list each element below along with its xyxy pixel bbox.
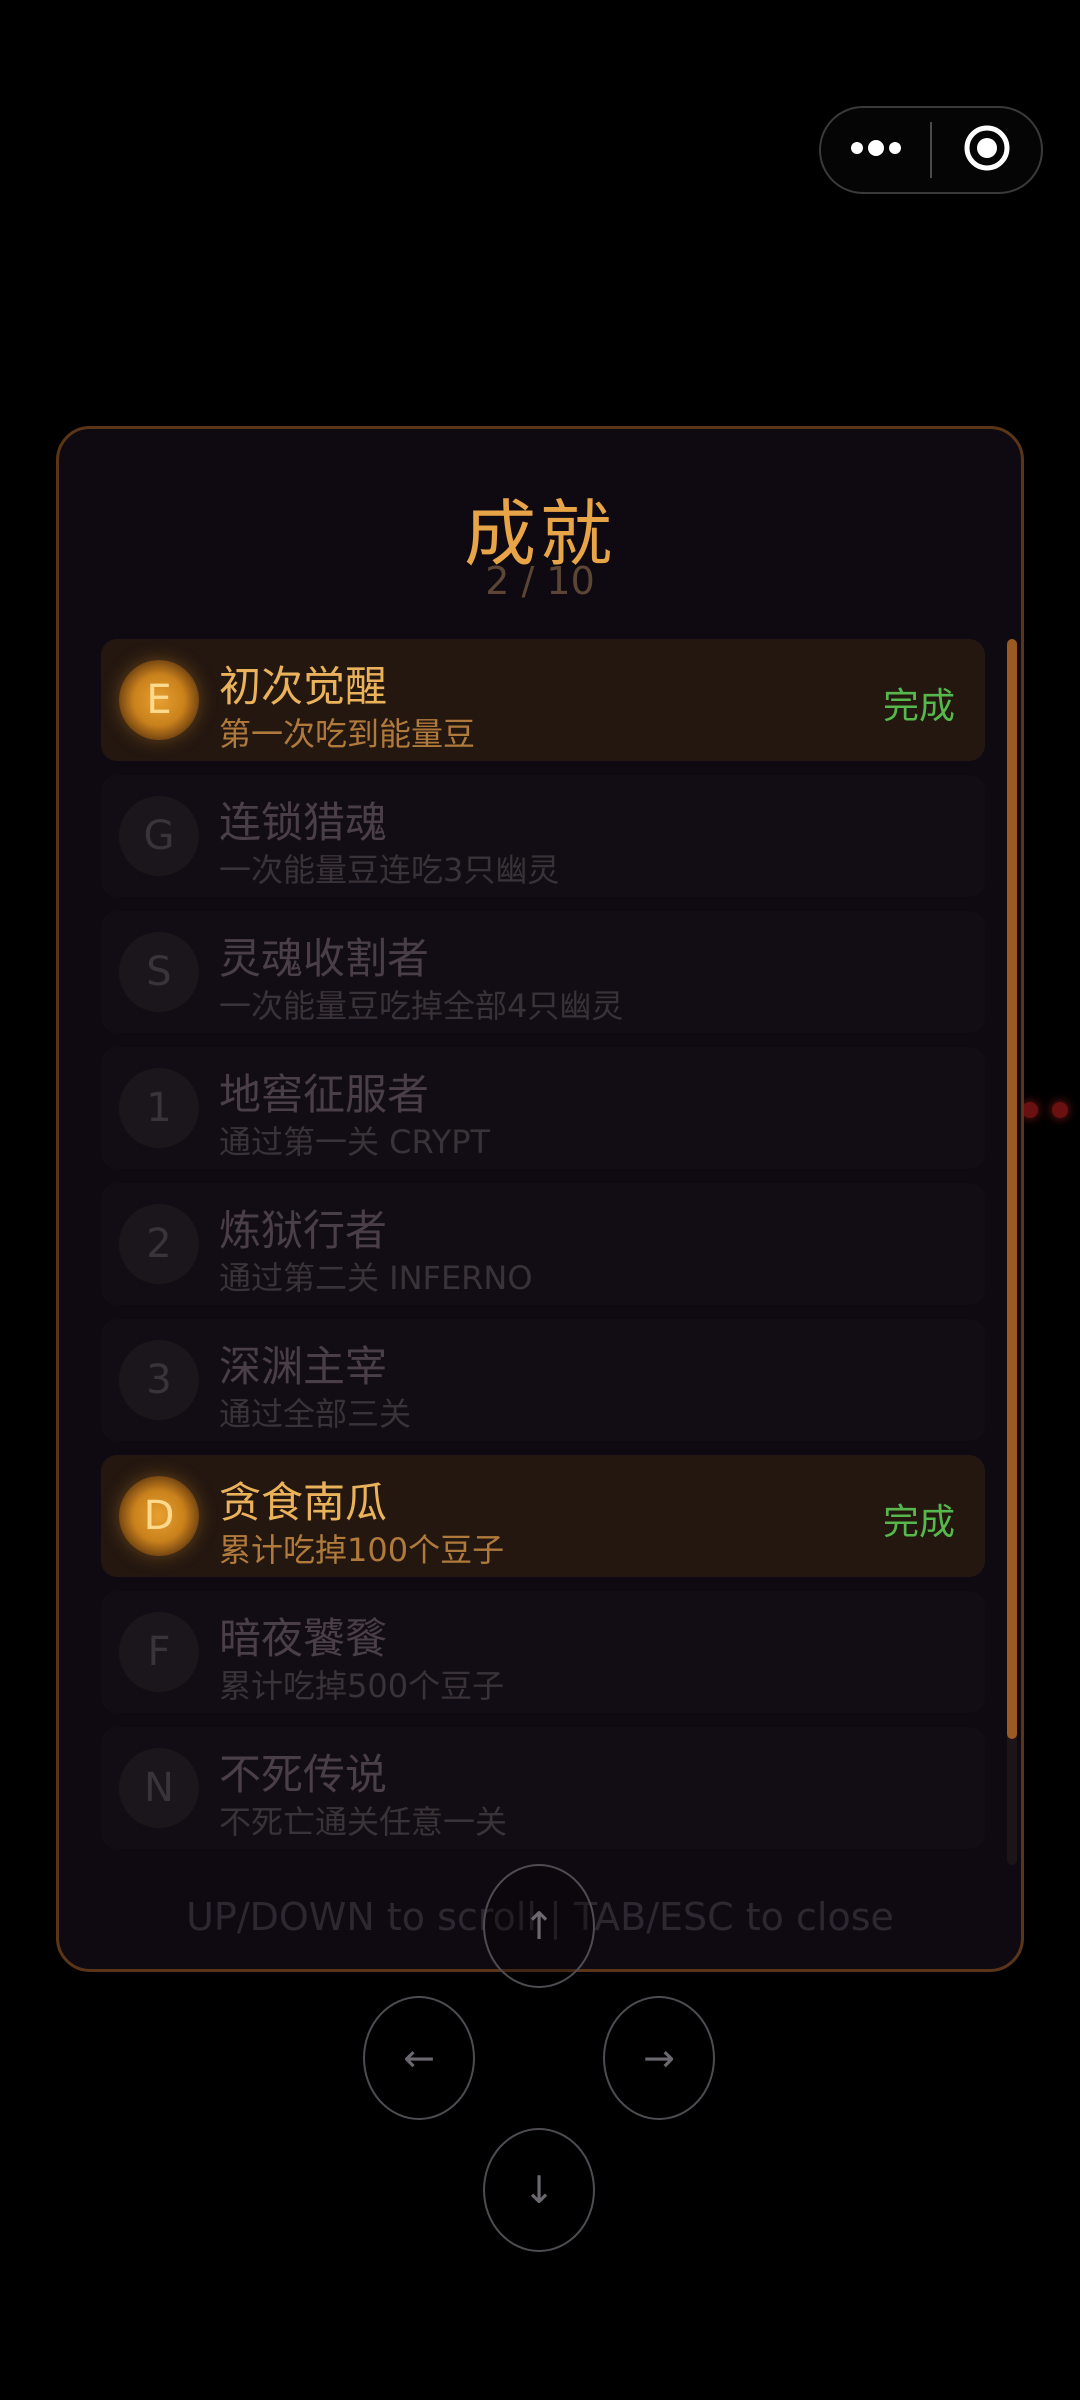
achievement-desc: 通过第二关 INFERNO <box>219 1259 533 1297</box>
arrow-left-icon: ← <box>403 2036 435 2080</box>
achievement-row: 3 深渊主宰 通过全部三关 <box>101 1319 985 1441</box>
achievement-badge: E <box>119 660 199 740</box>
achievement-badge: S <box>119 932 199 1012</box>
achievement-row: F 暗夜饕餮 累计吃掉500个豆子 <box>101 1591 985 1713</box>
achievement-desc: 一次能量豆吃掉全部4只幽灵 <box>219 987 624 1025</box>
achievement-desc: 不死亡通关任意一关 <box>219 1803 508 1841</box>
achievement-row: S 灵魂收割者 一次能量豆吃掉全部4只幽灵 <box>101 911 985 1033</box>
ghost-eye-left <box>1022 1102 1038 1118</box>
achievement-title: 连锁猎魂 <box>219 798 388 847</box>
achievement-badge: G <box>119 796 199 876</box>
achievement-count: 2 / 10 <box>485 559 595 603</box>
achievement-badge: 2 <box>119 1204 199 1284</box>
achievement-row: D 贪食南瓜 累计吃掉100个豆子 完成 <box>101 1455 985 1577</box>
achievement-title: 地窖征服者 <box>219 1070 430 1119</box>
achievement-desc: 通过全部三关 <box>219 1395 412 1433</box>
target-close-icon <box>963 124 1011 176</box>
achievement-title: 初次觉醒 <box>219 662 388 711</box>
ghost-eye-right <box>1052 1102 1068 1118</box>
achievement-badge: 3 <box>119 1340 199 1420</box>
achievement-title: 灵魂收割者 <box>219 934 430 983</box>
achievement-row: 2 炼狱行者 通过第二关 INFERNO <box>101 1183 985 1305</box>
achievement-row: 1 地窖征服者 通过第一关 CRYPT <box>101 1047 985 1169</box>
achievement-status: 完成 <box>882 686 955 727</box>
achievement-desc: 累计吃掉500个豆子 <box>219 1667 505 1705</box>
achievement-badge: N <box>119 1748 199 1828</box>
achievement-title: 暗夜饕餮 <box>219 1614 388 1663</box>
mini-program-capsule <box>819 106 1043 194</box>
arrow-right-icon: → <box>643 2036 675 2080</box>
dpad-right-button[interactable]: → <box>603 1996 715 2120</box>
achievement-row: E 初次觉醒 第一次吃到能量豆 完成 <box>101 639 985 761</box>
achievement-desc: 通过第一关 CRYPT <box>219 1123 491 1161</box>
achievements-modal: 成就 2 / 10 E 初次觉醒 第一次吃到能量豆 完成 G 连锁猎魂 一次能量… <box>56 426 1024 1972</box>
achievement-title: 深渊主宰 <box>219 1342 388 1391</box>
arrow-down-icon: ↓ <box>523 2168 555 2212</box>
achievement-row: N 不死传说 不死亡通关任意一关 <box>101 1727 985 1849</box>
dpad-down-button[interactable]: ↓ <box>483 2128 595 2252</box>
achievement-badge: F <box>119 1612 199 1692</box>
achievement-badge: 1 <box>119 1068 199 1148</box>
dpad-left-button[interactable]: ← <box>363 1996 475 2120</box>
scrollbar-thumb[interactable] <box>1007 639 1017 1739</box>
achievement-title: 不死传说 <box>219 1750 388 1799</box>
achievement-desc: 一次能量豆连吃3只幽灵 <box>219 851 560 889</box>
close-miniprogram-button[interactable] <box>932 108 1041 192</box>
more-button[interactable] <box>821 108 930 192</box>
arrow-up-icon: ↑ <box>523 1904 555 1948</box>
achievement-title: 炼狱行者 <box>219 1206 388 1255</box>
achievement-badge: D <box>119 1476 199 1556</box>
dpad-up-button[interactable]: ↑ <box>483 1864 595 1988</box>
achievement-status: 完成 <box>882 1502 955 1543</box>
more-dots-icon <box>849 140 903 160</box>
game-screen: 成就 2 / 10 E 初次觉醒 第一次吃到能量豆 完成 G 连锁猎魂 一次能量… <box>0 0 1080 2400</box>
achievement-desc: 第一次吃到能量豆 <box>219 715 476 753</box>
achievement-desc: 累计吃掉100个豆子 <box>219 1531 505 1569</box>
achievement-title: 贪食南瓜 <box>219 1478 388 1527</box>
achievement-row: G 连锁猎魂 一次能量豆连吃3只幽灵 <box>101 775 985 897</box>
